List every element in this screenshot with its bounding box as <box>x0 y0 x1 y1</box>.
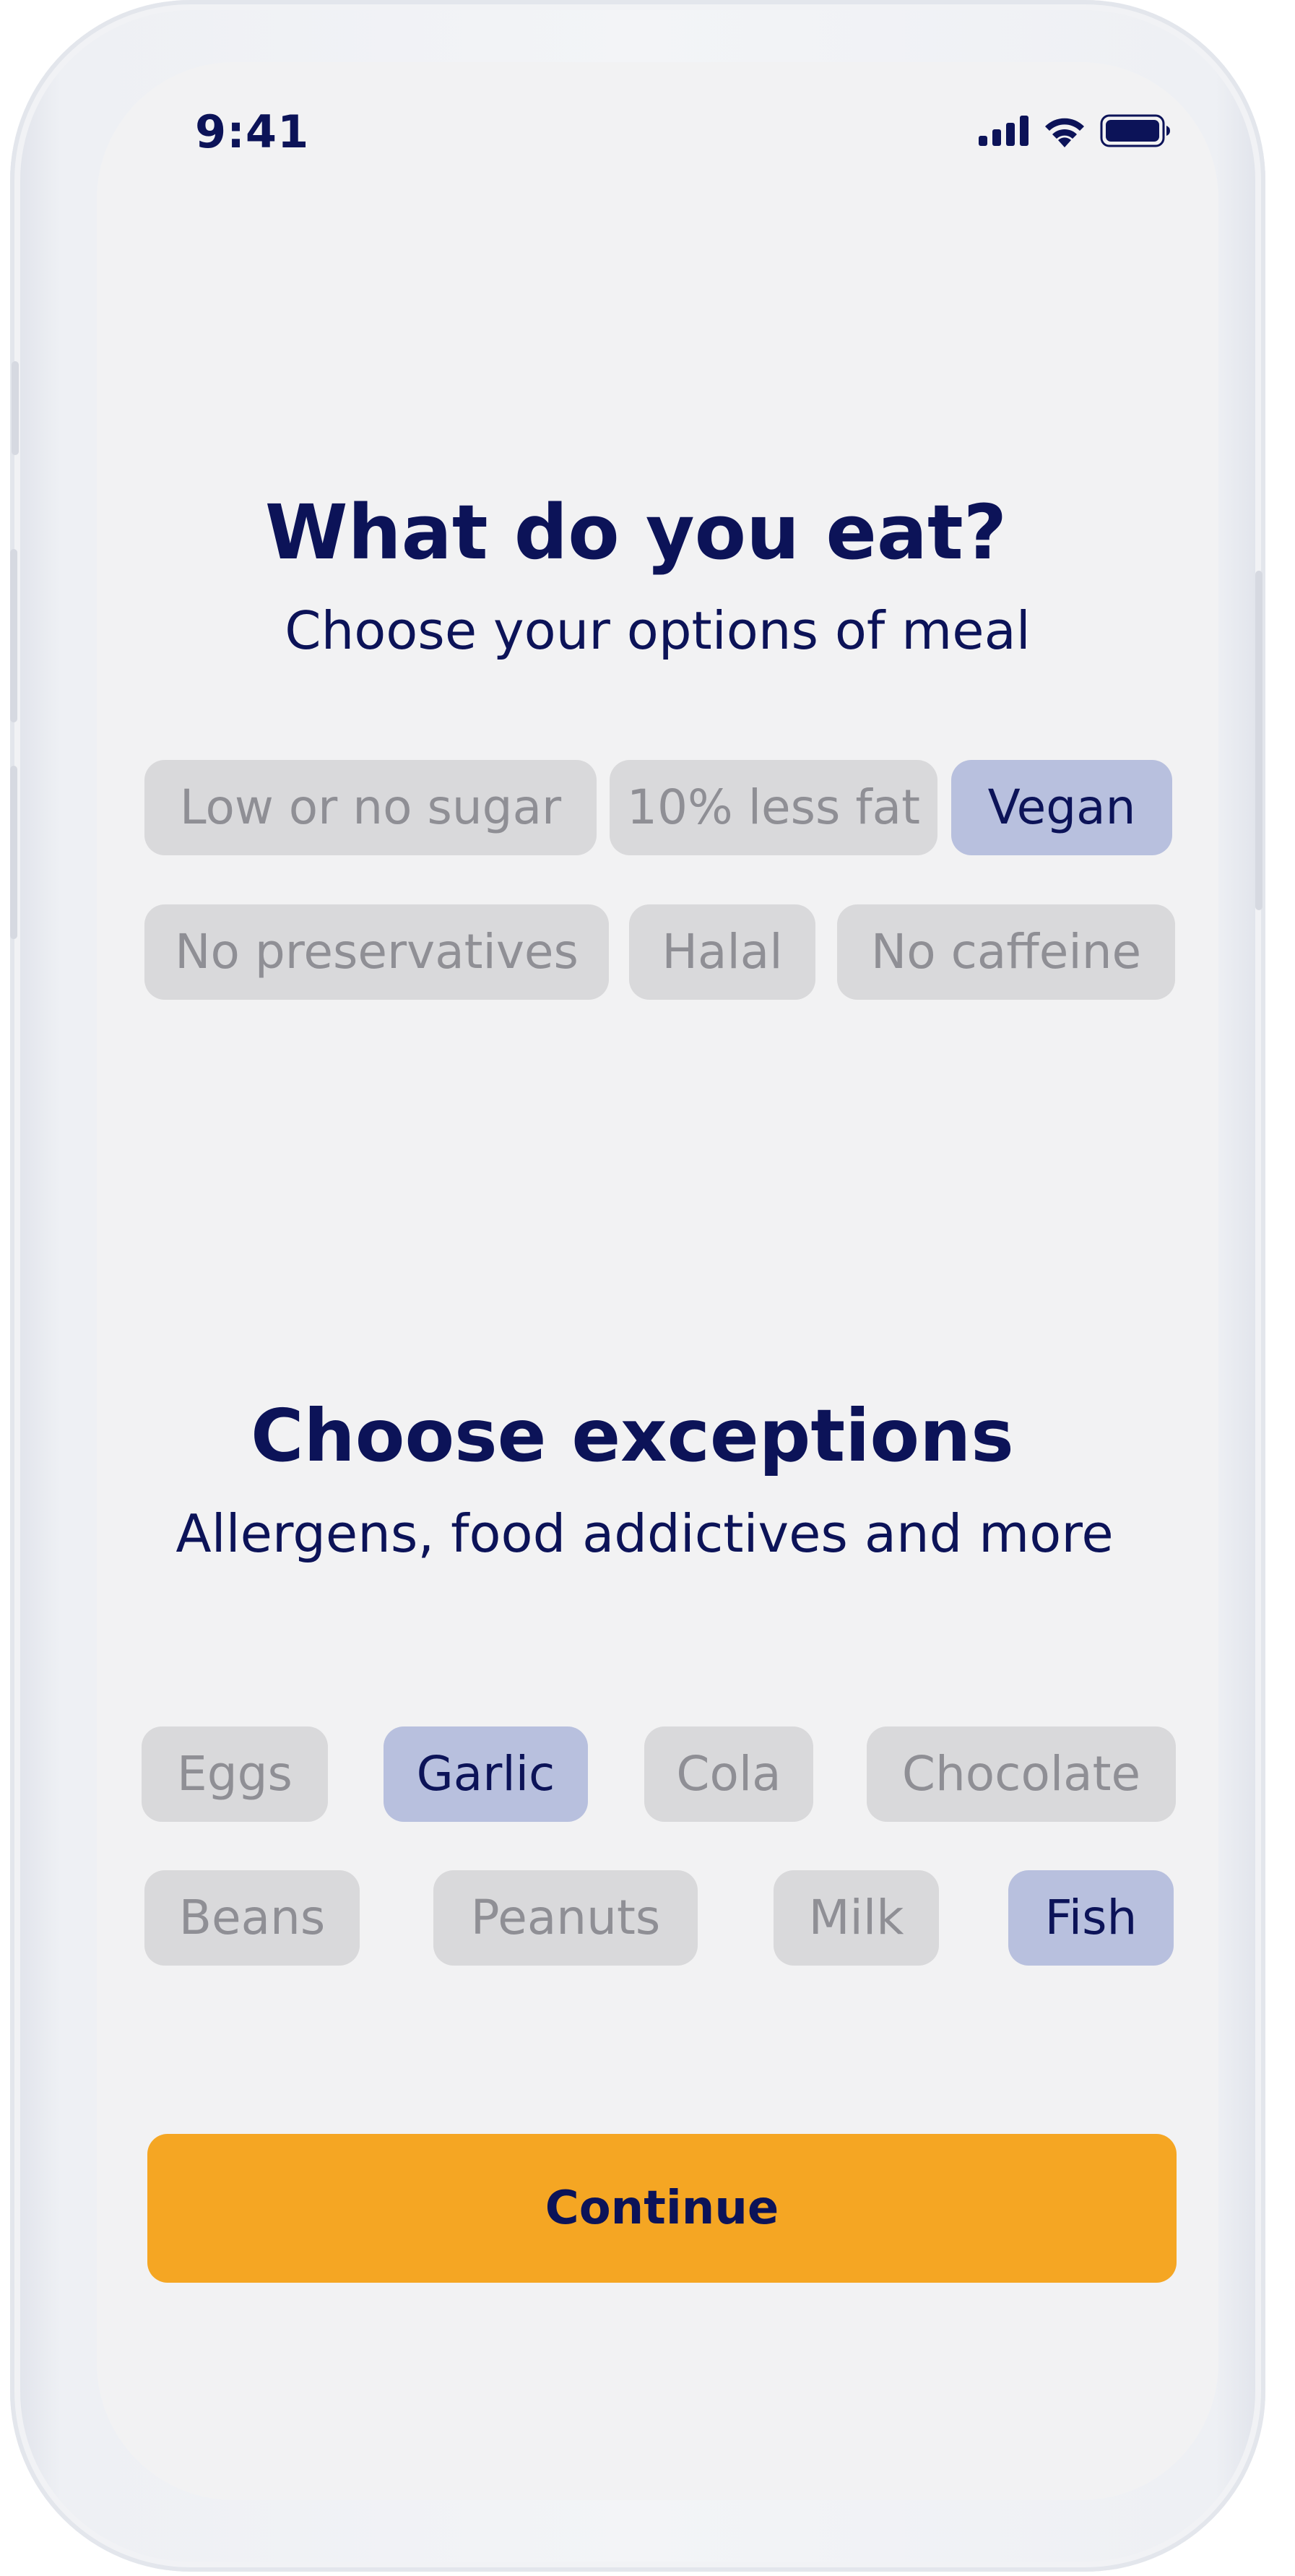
signal-icon <box>979 116 1028 146</box>
status-icons <box>979 114 1171 147</box>
wifi-icon <box>1045 118 1084 147</box>
exceptions-subtitle: Allergens, food addictives and more <box>176 1503 1114 1564</box>
exception-option-fish[interactable]: Fish <box>1008 1870 1174 1966</box>
meal-title: What do you eat? <box>264 488 1008 576</box>
exception-option-cola[interactable]: Cola <box>644 1726 813 1822</box>
volume-down-button <box>10 766 17 939</box>
exception-option-beans[interactable]: Beans <box>144 1870 360 1966</box>
exception-option-peanuts[interactable]: Peanuts <box>433 1870 698 1966</box>
meal-option-vegan[interactable]: Vegan <box>951 760 1172 855</box>
continue-button[interactable]: Continue <box>147 2134 1177 2283</box>
app-screen: 9:41 What do you eat? Choose your option… <box>97 62 1218 2500</box>
meal-option-no-caffeine[interactable]: No caffeine <box>837 904 1175 1000</box>
meal-subtitle: Choose your options of meal <box>285 600 1031 661</box>
exception-option-eggs[interactable]: Eggs <box>142 1726 328 1822</box>
mute-switch <box>12 361 19 455</box>
volume-up-button <box>10 549 17 722</box>
battery-icon <box>1100 114 1170 147</box>
phone-frame: 9:41 What do you eat? Choose your option… <box>10 0 1265 2572</box>
meal-option-less-fat[interactable]: 10% less fat <box>610 760 937 855</box>
meal-option-low-sugar[interactable]: Low or no sugar <box>144 760 597 855</box>
status-time: 9:41 <box>195 105 310 158</box>
exception-option-milk[interactable]: Milk <box>774 1870 939 1966</box>
exception-option-chocolate[interactable]: Chocolate <box>867 1726 1176 1822</box>
meal-option-halal[interactable]: Halal <box>629 904 815 1000</box>
exception-option-garlic[interactable]: Garlic <box>384 1726 588 1822</box>
exceptions-title: Choose exceptions <box>251 1393 1014 1478</box>
meal-option-no-preservatives[interactable]: No preservatives <box>144 904 609 1000</box>
power-button <box>1255 571 1262 910</box>
